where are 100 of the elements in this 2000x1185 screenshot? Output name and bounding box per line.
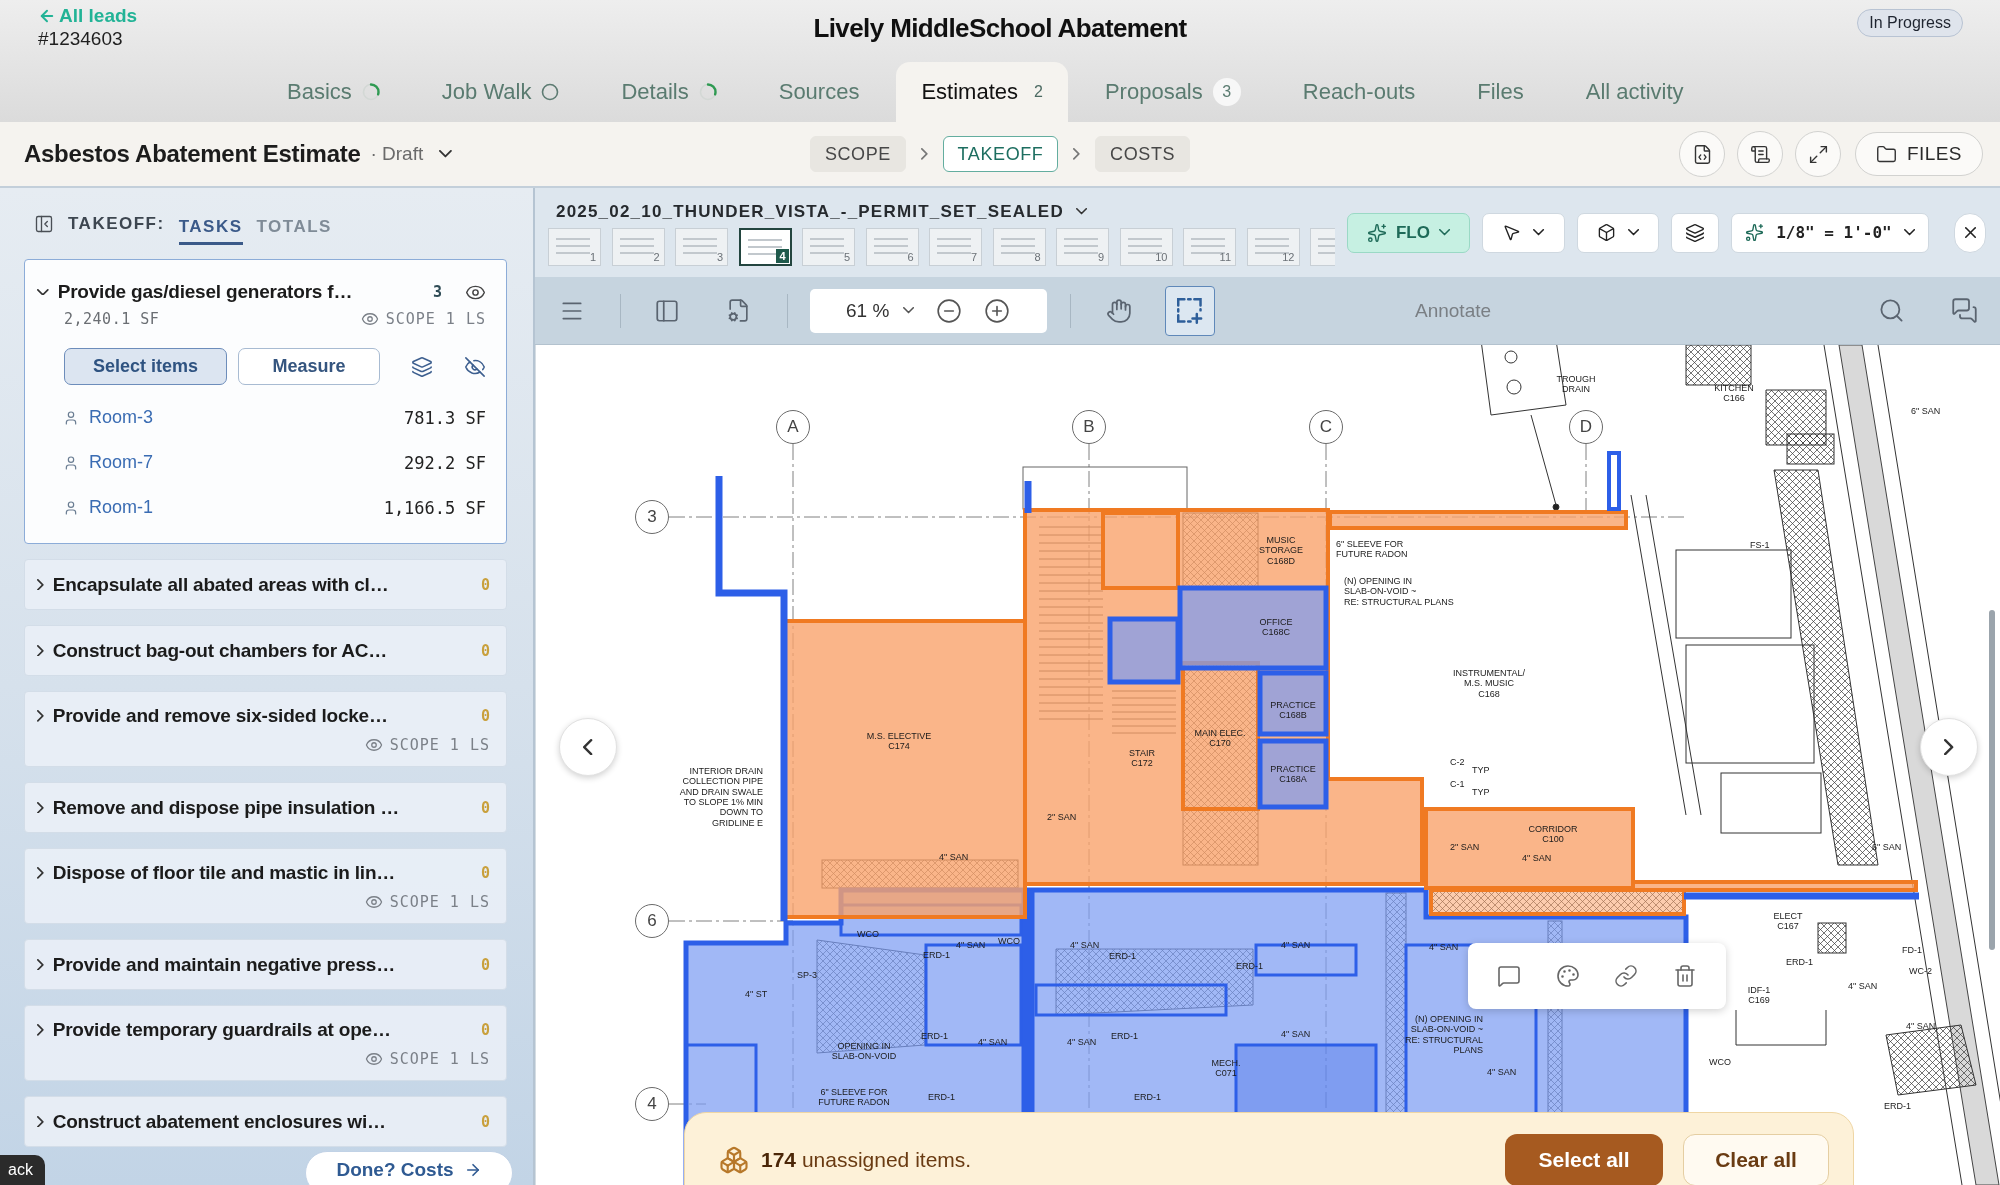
panel-tab[interactable]: TOTALS: [256, 208, 332, 245]
zoom-select[interactable]: 61 %: [846, 299, 915, 322]
estimate-title: Asbestos Abatement Estimate: [24, 140, 361, 168]
close-button[interactable]: [1954, 212, 1986, 253]
page-thumbnail[interactable]: 7: [929, 227, 982, 266]
select-all-button[interactable]: Select all: [1505, 1134, 1663, 1185]
page-thumbnail[interactable]: 6: [865, 227, 919, 266]
select-tool-button[interactable]: [1165, 285, 1215, 336]
document-settings-icon[interactable]: [726, 298, 751, 323]
page-thumbnail[interactable]: 10: [1119, 227, 1173, 266]
mode-button[interactable]: Measure: [238, 348, 380, 385]
scroll-button[interactable]: [1737, 131, 1783, 177]
plan-label: 6" SAN: [1911, 406, 1941, 417]
step-tab[interactable]: COSTS: [1095, 136, 1191, 172]
task-card[interactable]: Remove and dispose pipe insulation … 0: [24, 782, 507, 833]
task-card[interactable]: Provide and remove six-sided locke… 0 SCOPE 1 LS: [24, 691, 507, 767]
task-title: Construct bag-out chambers for AC…: [52, 639, 389, 662]
page-thumbnail[interactable]: 12: [1246, 227, 1300, 266]
trash-icon[interactable]: [1672, 964, 1697, 988]
task-card[interactable]: Encapsulate all abated areas with cl… 0: [24, 559, 507, 610]
scale-dropdown[interactable]: 1/8" = 1'-0": [1731, 212, 1929, 253]
link-icon[interactable]: [1614, 964, 1639, 988]
page-thumbnail[interactable]: 2: [611, 227, 665, 266]
task-card[interactable]: Dispose of floor tile and mastic in lin… 0 SCOPE 1 LS: [24, 848, 507, 924]
pointer-dropdown[interactable]: [1482, 212, 1565, 253]
nav-tab[interactable]: Job Walk: [416, 62, 585, 122]
zoom-in-icon[interactable]: [984, 297, 1011, 324]
chevron-down-icon: [1075, 208, 1087, 215]
folder-icon: [1876, 143, 1898, 165]
ai-button[interactable]: FLO: [1347, 212, 1470, 253]
takeoff-heading: TAKEOFF:: [68, 213, 165, 234]
layers-button[interactable]: [1671, 212, 1719, 253]
palette-icon[interactable]: [1555, 964, 1580, 988]
annotate-label: Annotate: [1415, 299, 1492, 322]
mode-button[interactable]: Select items: [64, 348, 227, 385]
task-title: Provide temporary guardrails at ope…: [52, 1019, 392, 1041]
nav-tab[interactable]: Estimates 2: [896, 62, 1068, 122]
search-icon[interactable]: [1878, 297, 1905, 324]
plan-label: 4" SAN: [1281, 1029, 1311, 1040]
panel-tab[interactable]: TASKS: [178, 208, 243, 245]
chevron-left-icon: [583, 738, 593, 756]
cube-dropdown[interactable]: [1577, 212, 1659, 253]
person-icon: [63, 499, 79, 516]
scrollbar[interactable]: [1989, 610, 1995, 950]
page-thumbnail[interactable]: 8: [992, 227, 1046, 266]
grid-bubble: C: [1309, 410, 1343, 444]
scope-text: SCOPE 1 LS: [385, 310, 486, 328]
chevron-right-icon: [920, 148, 928, 160]
status-dropdown[interactable]: · Draft: [370, 143, 453, 165]
room-link[interactable]: Room-7: [89, 452, 395, 473]
feedback-tab[interactable]: ack: [0, 1155, 45, 1185]
page-thumbnail[interactable]: 5: [802, 227, 855, 266]
plan-label: 4" SAN: [1848, 981, 1878, 992]
step-tab[interactable]: TAKEOFF: [942, 136, 1059, 172]
page-thumbnail[interactable]: 4: [738, 227, 792, 266]
plan-label: 2" SAN: [1047, 812, 1077, 823]
zoom-out-icon[interactable]: [936, 297, 963, 324]
comment-icon[interactable]: [1497, 964, 1522, 988]
collapse-panel-icon[interactable]: [34, 213, 54, 234]
eye-off-icon[interactable]: [464, 355, 486, 378]
plan-label: ERD-1: [1109, 951, 1136, 962]
next-page-button[interactable]: [1920, 718, 1978, 776]
file-dropdown[interactable]: 2025_02_10_THUNDER_VISTA_-_PERMIT_SET_SEALED: [548, 201, 1087, 222]
plan-label: M.S. ELECTIVE C174: [866, 731, 932, 752]
files-button[interactable]: FILES: [1855, 132, 1983, 176]
chevron-right-icon: [37, 867, 44, 879]
plan-label: (N) OPENING IN SLAB-ON-VOID ~ RE: STRUCTURAL PLANS: [1344, 576, 1454, 608]
plan-label: 2" SAN: [1450, 842, 1480, 853]
nav-tab[interactable]: Proposals 3: [1079, 62, 1266, 122]
nav-tab[interactable]: Reach-outs: [1277, 62, 1441, 122]
nav-tab[interactable]: Files: [1452, 62, 1549, 122]
task-card[interactable]: Provide gas/diesel generators f… 3 2,240.1 SF SCOPE 1 LS Select items Measure Room-3 781.3 SF Room-7 292.2 SF Room-1 1,166.5 SF: [24, 259, 507, 544]
task-card[interactable]: Provide temporary guardrails at ope… 0 SCOPE 1 LS: [24, 1005, 507, 1081]
step-tab[interactable]: SCOPE: [809, 136, 906, 172]
scope-text: SCOPE 1 LS: [389, 1050, 490, 1068]
page-thumbnail[interactable]: 3: [675, 227, 728, 266]
task-quantity: 2,240.1 SF: [64, 310, 160, 328]
lead-number: #1234603: [38, 28, 123, 50]
room-link[interactable]: Room-1: [89, 497, 374, 518]
expand-button[interactable]: [1795, 131, 1841, 177]
room-link[interactable]: Room-3: [89, 407, 395, 428]
plan-label: 6" SLEEVE FOR FUTURE RADON: [1336, 539, 1408, 560]
file-code-button[interactable]: [1679, 131, 1725, 177]
page-thumbnail[interactable]: 9: [1056, 227, 1109, 266]
task-card[interactable]: Construct abatement enclosures wi… 0: [24, 1096, 507, 1147]
comments-icon[interactable]: [1951, 297, 1978, 324]
clear-all-button[interactable]: Clear all: [1683, 1134, 1829, 1185]
plan-label: WCO: [998, 936, 1020, 947]
done-button[interactable]: Done? Costs: [305, 1151, 513, 1185]
page-thumbnail[interactable]: 11: [1183, 227, 1236, 266]
nav-tab[interactable]: Details: [596, 62, 742, 122]
nav-tab[interactable]: Basics: [262, 62, 405, 122]
page-thumbnail[interactable]: 1: [548, 227, 601, 266]
plan-label: 6" SAN: [1872, 842, 1902, 853]
nav-tab[interactable]: Sources: [753, 62, 885, 122]
task-card[interactable]: Construct bag-out chambers for AC… 0: [24, 625, 507, 676]
sidebar-icon[interactable]: [654, 297, 680, 324]
nav-tab[interactable]: All activity: [1560, 62, 1709, 122]
layers-icon[interactable]: [411, 355, 433, 378]
task-card[interactable]: Provide and maintain negative press… 0: [24, 939, 507, 990]
